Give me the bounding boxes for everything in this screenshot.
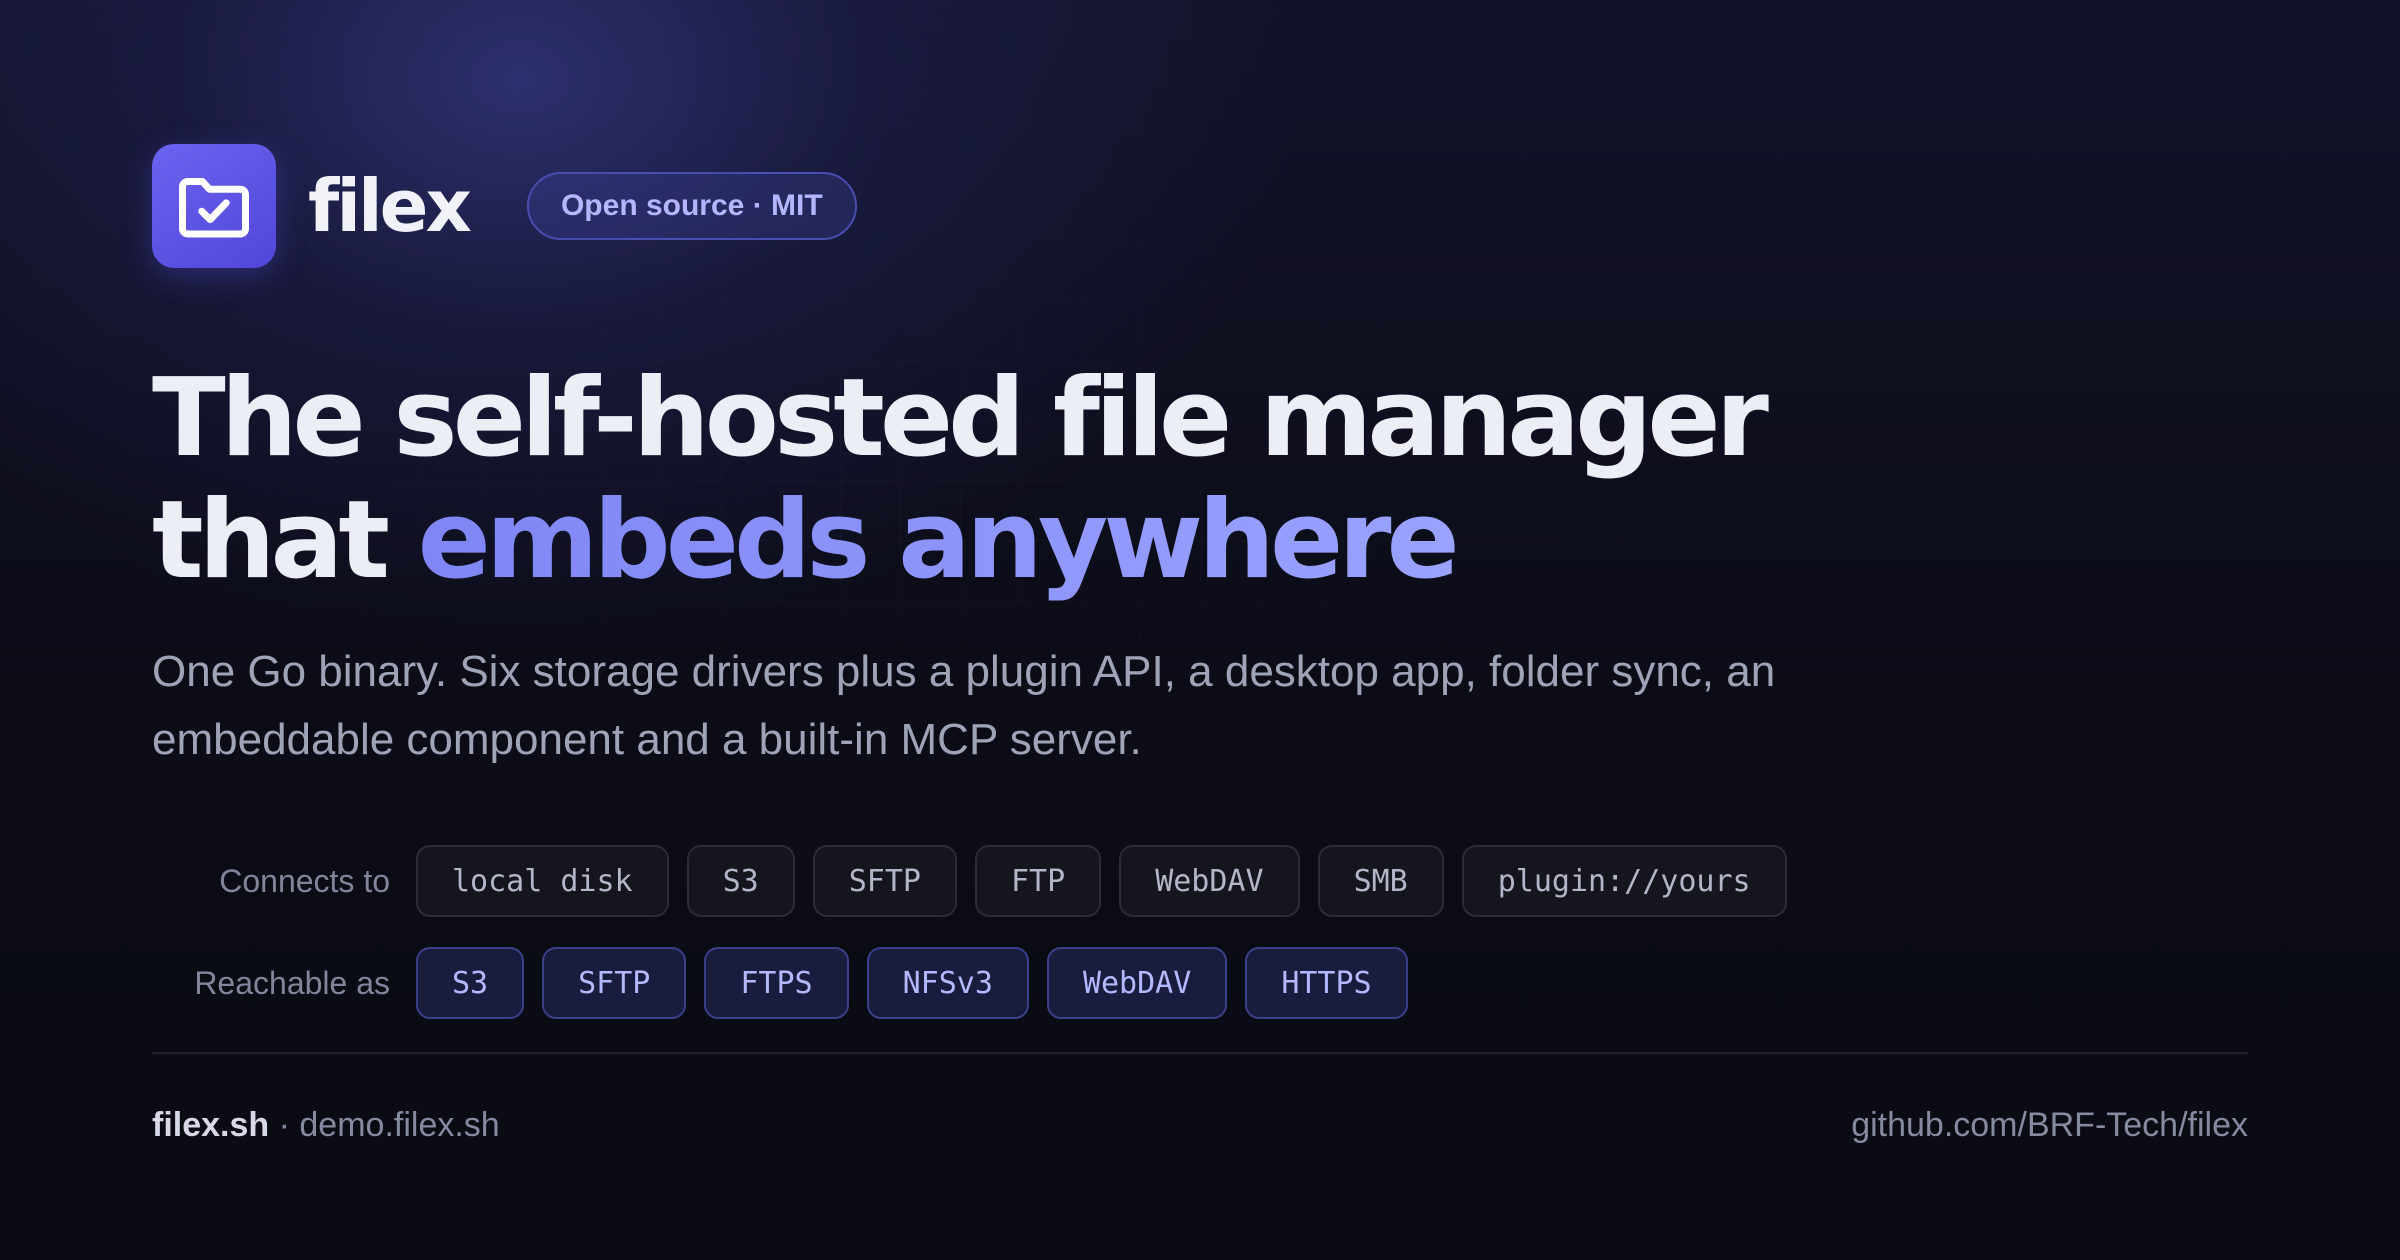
reachable-chip: NFSv3	[866, 947, 1029, 1019]
license-badge: Open source · MIT	[526, 172, 857, 240]
reachable-chip: S3	[416, 947, 525, 1019]
headline-line-2: that embeds anywhere	[152, 480, 2248, 602]
logo	[152, 144, 276, 268]
reachable-row: Reachable as S3 SFTP FTPS NFSv3 WebDAV H…	[152, 946, 2248, 1020]
footer-divider	[152, 1052, 2248, 1054]
connects-chip: SFTP	[812, 845, 957, 917]
hero: filex Open source · MIT The self-hosted …	[152, 144, 2248, 1145]
connects-chip: local disk	[416, 845, 669, 917]
site-link[interactable]: filex.sh	[152, 1106, 269, 1144]
footer: filex.sh · demo.filex.sh github.com/BRF-…	[152, 1106, 2248, 1145]
headline: The self-hosted file manager that embeds…	[152, 358, 2248, 602]
connects-label: Connects to	[219, 862, 390, 899]
reachable-chip: SFTP	[542, 947, 687, 1019]
headline-line-1: The self-hosted file manager	[152, 356, 1769, 481]
brand-name: filex	[308, 164, 472, 248]
description: One Go binary. Six storage drivers plus …	[152, 647, 1776, 764]
brand-row: filex Open source · MIT	[152, 144, 2248, 268]
footer-separator: ·	[269, 1106, 300, 1144]
connects-chip: plugin://yours	[1461, 845, 1787, 917]
reachable-chip: HTTPS	[1245, 947, 1408, 1019]
connects-chip: WebDAV	[1119, 845, 1300, 917]
protocol-rows: Connects to local disk S3 SFTP FTP WebDA…	[152, 844, 2248, 1020]
headline-plain-text: that	[152, 478, 418, 603]
connects-chip: SMB	[1317, 845, 1444, 917]
reachable-chip: FTPS	[704, 947, 849, 1019]
reachable-chip: WebDAV	[1046, 947, 1228, 1019]
connects-row: Connects to local disk S3 SFTP FTP WebDA…	[152, 844, 2248, 918]
headline-accent-text: embeds anywhere	[417, 478, 1460, 603]
connects-chip: FTP	[975, 845, 1102, 917]
footer-links: filex.sh · demo.filex.sh	[152, 1106, 500, 1145]
folder-check-icon	[179, 178, 249, 238]
reachable-label: Reachable as	[194, 964, 390, 1001]
connects-chip: S3	[686, 845, 795, 917]
repo-link[interactable]: github.com/BRF-Tech/filex	[1851, 1106, 2248, 1145]
demo-link[interactable]: demo.filex.sh	[299, 1106, 499, 1144]
